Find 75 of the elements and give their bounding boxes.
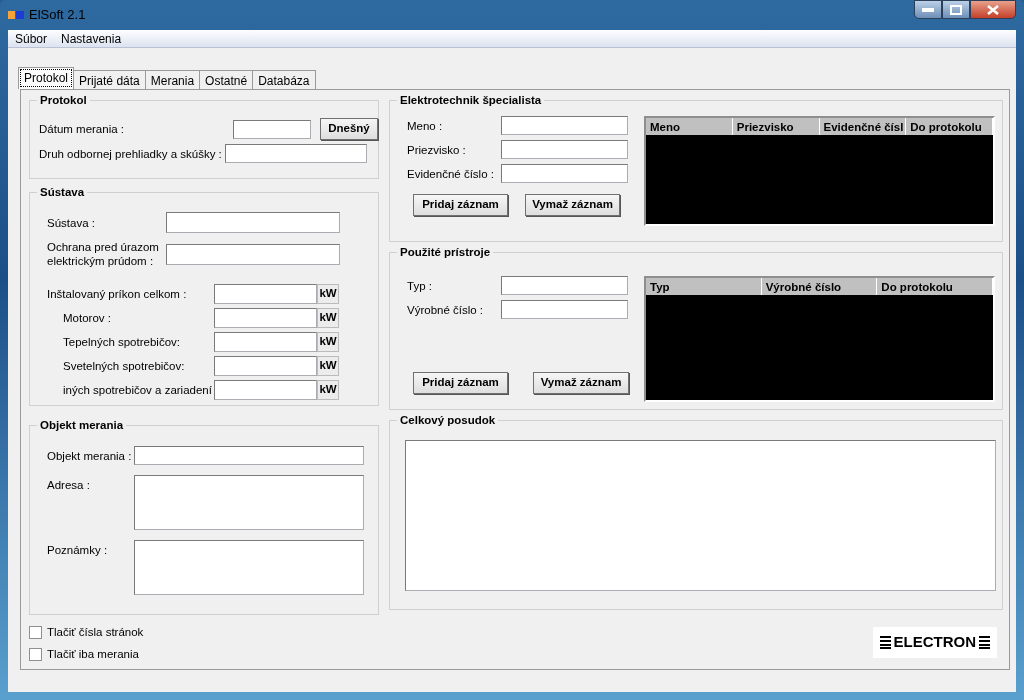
minimize-button[interactable] [914, 0, 942, 19]
input-field[interactable] [501, 276, 628, 295]
checkbox[interactable] [29, 647, 42, 661]
input-field[interactable] [224, 144, 367, 163]
text-area[interactable] [134, 540, 364, 595]
unit-label: kW [317, 308, 339, 328]
delete-record-button[interactable]: Vymaž záznam [525, 194, 620, 216]
input-field[interactable] [214, 284, 317, 304]
add-record-button[interactable]: Pridaj záznam [413, 372, 508, 394]
tab[interactable]: Databáza [252, 70, 316, 89]
unit-label: kW [317, 332, 339, 352]
close-icon [987, 4, 999, 15]
input-field[interactable] [501, 116, 628, 135]
input-field[interactable] [214, 356, 317, 376]
group-title: Elektrotechnik špecialista [397, 93, 545, 108]
bars-icon [879, 635, 891, 650]
group-title: Objekt merania [37, 418, 127, 433]
app-icon [8, 10, 25, 20]
logo-text: ELECTRON [893, 632, 976, 652]
column-header[interactable]: Meno [646, 118, 733, 135]
field-label: Motorov : [62, 311, 112, 325]
field-label: Meno : [407, 118, 444, 133]
bars-icon [979, 635, 990, 650]
input-field[interactable] [214, 308, 317, 328]
group-title: Použité prístroje [397, 245, 494, 260]
text-area[interactable] [134, 475, 364, 530]
column-header[interactable]: Do protokolu [877, 278, 993, 295]
window-title: ElSoft 2.1 [29, 6, 86, 25]
field-label: Typ : [407, 278, 433, 293]
field-label: iných spotrebičov a zariadení [62, 383, 213, 397]
field-label: Adresa : [47, 478, 91, 493]
field-label: Inštalovaný príkon celkom : [47, 287, 188, 301]
input-field[interactable] [501, 164, 628, 183]
field-label: Poznámky : [47, 543, 109, 558]
field-label: Ochrana pred úrazom elektrickým prúdom : [47, 240, 160, 268]
maximize-button[interactable] [942, 0, 970, 19]
today-button[interactable]: Dnešný [320, 118, 378, 140]
input-field[interactable] [214, 332, 317, 352]
column-header[interactable]: Výrobné číslo [761, 278, 878, 295]
field-label: Dátum merania : [39, 122, 125, 136]
delete-record-button[interactable]: Vymaž záznam [533, 372, 629, 394]
field-label: Evidenčné číslo : [407, 166, 495, 181]
menu-item[interactable]: Nastavenia [61, 29, 122, 48]
field-label: Výrobné číslo : [407, 302, 485, 317]
column-header[interactable]: Priezvisko [732, 118, 820, 135]
checkbox-label: Tlačiť čísla stránok [47, 625, 144, 639]
input-field[interactable] [501, 140, 628, 159]
checkbox[interactable] [29, 625, 42, 639]
tab[interactable]: Prijaté dáta [73, 70, 146, 89]
column-header[interactable]: Do protokolu [906, 118, 993, 135]
input-field[interactable] [166, 243, 340, 265]
column-header[interactable]: Typ [646, 278, 762, 295]
field-label: Sústava : [47, 215, 96, 230]
maximize-icon [950, 4, 962, 15]
field-label: Svetelných spotrebičov: [62, 359, 186, 373]
unit-label: kW [317, 356, 339, 376]
add-record-button[interactable]: Pridaj záznam [413, 194, 508, 216]
field-label: Priezvisko : [407, 142, 467, 157]
group-title: Celkový posudok [397, 413, 499, 428]
input-field[interactable] [501, 300, 628, 319]
menu-item[interactable]: Súbor [15, 29, 48, 48]
field-label: Objekt merania : [47, 449, 133, 464]
unit-label: kW [317, 284, 339, 304]
close-button[interactable] [970, 0, 1016, 19]
field-label: Druh odbornej prehliadky a skúšky : [39, 146, 222, 161]
column-header[interactable]: Evidenčné čísl [819, 118, 907, 135]
input-field[interactable] [233, 119, 311, 139]
input-field[interactable] [134, 446, 364, 465]
tab[interactable]: Protokol [18, 67, 75, 89]
minimize-icon [922, 7, 934, 12]
field-label: Tepelných spotrebičov: [62, 335, 181, 349]
input-field[interactable] [214, 380, 317, 400]
input-field[interactable] [166, 212, 340, 233]
checkbox-label: Tlačiť iba merania [47, 647, 139, 661]
unit-label: kW [317, 380, 339, 400]
